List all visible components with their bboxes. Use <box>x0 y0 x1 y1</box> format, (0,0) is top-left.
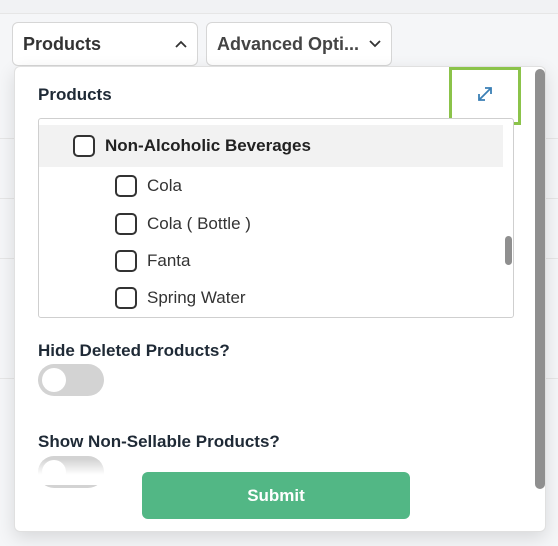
tree-item-label: Fanta <box>147 251 191 270</box>
chevron-up-icon <box>175 38 187 50</box>
products-filter-panel: Products Non-Alcoholic Beverages Cola Co… <box>14 66 546 532</box>
expand-icon <box>475 84 495 109</box>
panel-title: Products <box>38 85 112 104</box>
hide-deleted-label: Hide Deleted Products? <box>38 341 230 360</box>
tree-item[interactable]: Fanta <box>39 247 503 275</box>
chevron-down-icon <box>369 38 381 50</box>
show-non-sellable-label: Show Non-Sellable Products? <box>38 432 280 451</box>
tree-item[interactable]: Spring Water <box>39 284 503 312</box>
hide-deleted-toggle[interactable] <box>38 364 104 396</box>
item-checkbox[interactable] <box>115 213 137 235</box>
top-strip <box>0 0 558 14</box>
tree-item-label: Spring Water <box>147 288 246 307</box>
panel-scrollbar[interactable] <box>535 69 545 489</box>
item-checkbox[interactable] <box>115 175 137 197</box>
page: Products Advanced Opti... Products Non-A… <box>0 0 558 546</box>
products-dropdown[interactable]: Products <box>12 22 198 66</box>
tree-group-label: Non-Alcoholic Beverages <box>105 136 311 155</box>
tree-item[interactable]: Cola <box>39 172 503 200</box>
tree-item-label: Cola <box>147 176 182 195</box>
submit-button[interactable]: Submit <box>142 472 410 519</box>
tree-group-non-alcoholic-beverages[interactable]: Non-Alcoholic Beverages <box>39 125 503 167</box>
item-checkbox[interactable] <box>115 287 137 309</box>
expand-button[interactable] <box>449 67 521 125</box>
group-checkbox[interactable] <box>73 135 95 157</box>
toggle-knob <box>42 368 66 392</box>
advanced-options-dropdown[interactable]: Advanced Opti... <box>206 22 392 66</box>
products-dropdown-label: Products <box>23 33 102 54</box>
item-checkbox[interactable] <box>115 250 137 272</box>
tree-scrollbar-thumb[interactable] <box>505 236 512 265</box>
advanced-options-dropdown-label: Advanced Opti... <box>217 33 360 54</box>
products-tree: Non-Alcoholic Beverages Cola Cola ( Bott… <box>38 118 514 318</box>
panel-scrollbar-thumb[interactable] <box>535 69 545 489</box>
tree-item[interactable]: Cola ( Bottle ) <box>39 210 503 238</box>
tree-item-label: Cola ( Bottle ) <box>147 214 251 233</box>
